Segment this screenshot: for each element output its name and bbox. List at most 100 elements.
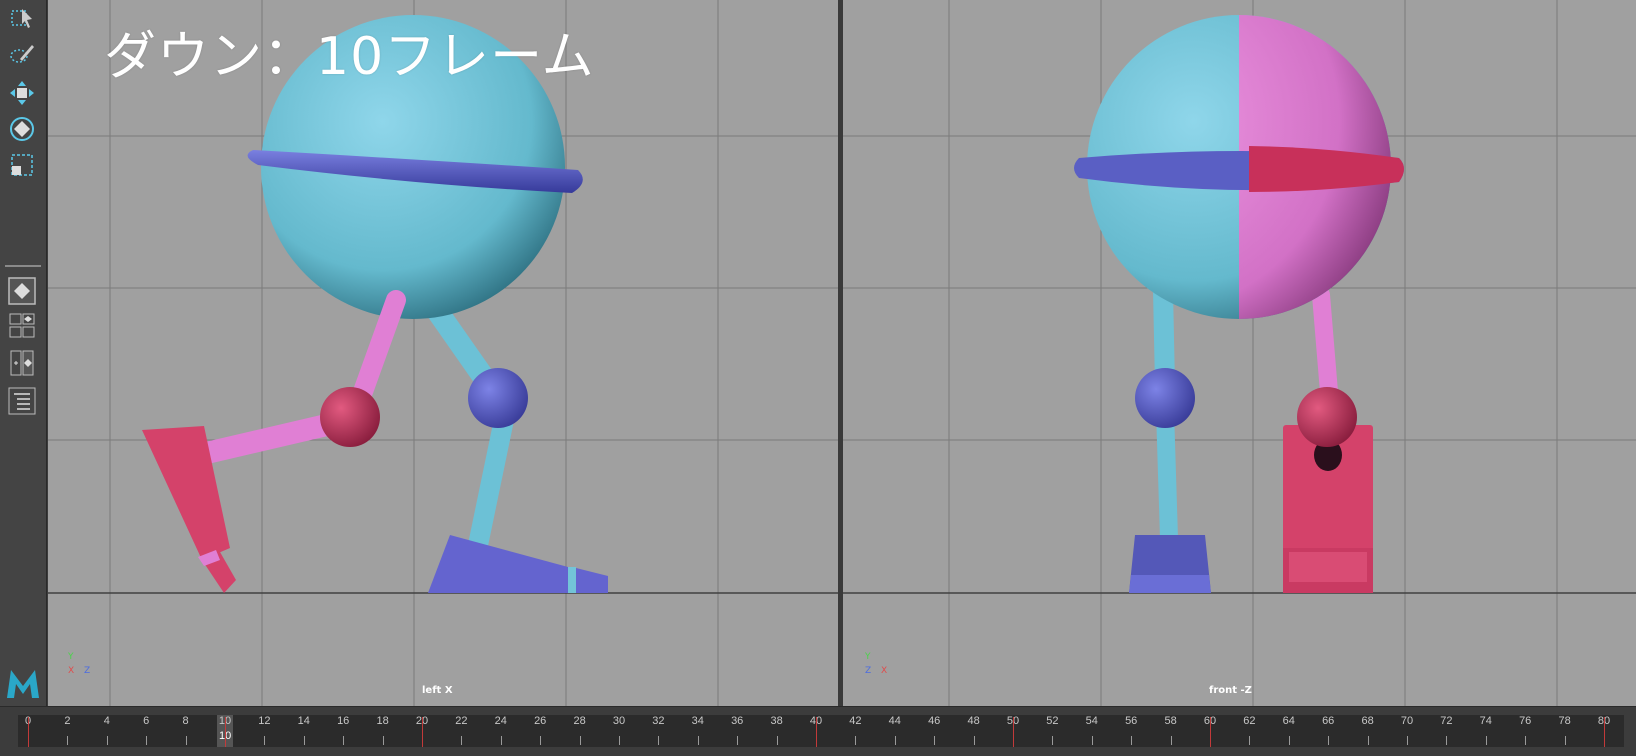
keyframe-marker [225,717,226,747]
frame-tick [658,736,660,745]
axis-z-label: Z [865,666,872,676]
keyframe-marker [1013,717,1014,747]
frame-tick-label: 12 [258,715,271,727]
frame-tick-label: 42 [849,715,862,727]
maya-logo-icon [4,664,42,706]
frame-tick [1485,736,1487,745]
frame-tick [343,736,345,745]
frame-tick [1091,736,1093,745]
frame-tick [1367,736,1369,745]
axis-x-label: X [68,666,75,676]
frame-tick-label: 28 [573,715,586,727]
frame-tick [106,736,108,745]
frame-tick [1525,736,1527,745]
frame-tick [1564,736,1566,745]
frame-tick-label: 26 [534,715,547,727]
keyframe-marker [28,717,29,747]
frame-tick [855,736,857,745]
frame-tick [264,736,266,745]
frame-tick-label: 8 [182,715,189,727]
frame-tick [1288,736,1290,745]
layout-two-icon[interactable] [7,348,37,378]
keyframe-marker [1604,717,1605,747]
axis-up-label: Y [865,652,871,662]
frame-tick [461,736,463,745]
frame-tick-label: 38 [770,715,783,727]
left-leg-side [142,290,406,593]
frame-tick [619,736,620,745]
frame-tick-label: 46 [928,715,941,727]
frame-tick [382,736,384,745]
frame-tick [500,736,502,745]
frame-tick-label: 18 [376,715,389,727]
frame-tick-label: 78 [1558,715,1571,727]
frame-tick [776,736,778,745]
right-leg-side [415,284,608,593]
frame-tick [973,736,975,745]
frame-tick-label: 36 [731,715,744,727]
viewport-right-front[interactable]: Y Z X front -Z [843,0,1636,706]
frame-tick-label: 4 [103,715,110,727]
body-front [1074,15,1404,319]
frame-tick-label: 54 [1085,715,1098,727]
frame-tick-label: 16 [337,715,350,727]
camera-label-right: front -Z [1209,685,1252,696]
axis-up-label: Y [68,652,74,662]
frame-tick [1407,736,1408,745]
frame-tick-label: 56 [1125,715,1138,727]
axis-x-label: X [881,666,888,676]
frame-tick [67,736,69,745]
lasso-tool-icon[interactable] [7,40,37,70]
frame-tick [1170,736,1172,745]
toolbar-separator [5,265,41,267]
frame-tick-label: 62 [1243,715,1256,727]
scale-tool-icon[interactable] [7,150,37,180]
viewport-left-side[interactable]: ダウン：10フレーム Y X Z left X [48,0,838,706]
frame-tick [1446,736,1448,745]
frame-tick [1052,736,1054,745]
tool-box [0,0,47,706]
time-slider[interactable]: 1002468101214161820222426283032343638404… [0,706,1636,756]
frame-tick-label: 74 [1479,715,1492,727]
outliner-icon[interactable] [7,386,37,416]
frame-tick [737,736,739,745]
keyframe-marker [1210,717,1211,747]
frame-tick [894,736,896,745]
frame-tick-label: 6 [143,715,150,727]
move-tool-icon[interactable] [7,78,37,108]
frame-tick-label: 32 [652,715,665,727]
frame-tick [1249,736,1251,745]
frame-tick-label: 64 [1282,715,1295,727]
camera-label-left: left X [422,685,453,696]
frame-tick-label: 44 [888,715,901,727]
frame-tick-label: 2 [64,715,71,727]
right-leg-front [1129,280,1211,593]
axis-z-label: Z [84,666,91,676]
frame-tick-label: 68 [1361,715,1374,727]
layout-single-icon[interactable] [7,276,37,306]
frame-tick-label: 76 [1519,715,1532,727]
select-tool-icon[interactable] [7,4,37,34]
frame-tick-label: 30 [612,715,626,727]
frame-tick [540,736,542,745]
rotate-tool-icon[interactable] [7,114,37,144]
frame-tick-label: 14 [297,715,310,727]
frame-tick [303,736,305,745]
frame-tick [934,736,936,745]
frame-tick-label: 48 [967,715,980,727]
frame-tick-label: 34 [691,715,704,727]
keyframe-marker [816,717,817,747]
frame-tick-label: 72 [1440,715,1453,727]
frame-tick [146,736,148,745]
layout-four-icon[interactable] [7,310,37,340]
frame-tick [1328,736,1330,745]
frame-tick [1131,736,1133,745]
left-leg-front [1283,286,1373,593]
frame-tick-label: 52 [1046,715,1059,727]
overlay-title: ダウン：10フレーム [104,27,595,87]
keyframe-marker [422,717,423,747]
frame-tick-label: 58 [1164,715,1177,727]
time-slider-track[interactable]: 1002468101214161820222426283032343638404… [18,715,1624,747]
frame-tick-label: 66 [1322,715,1335,727]
frame-tick [579,736,581,745]
